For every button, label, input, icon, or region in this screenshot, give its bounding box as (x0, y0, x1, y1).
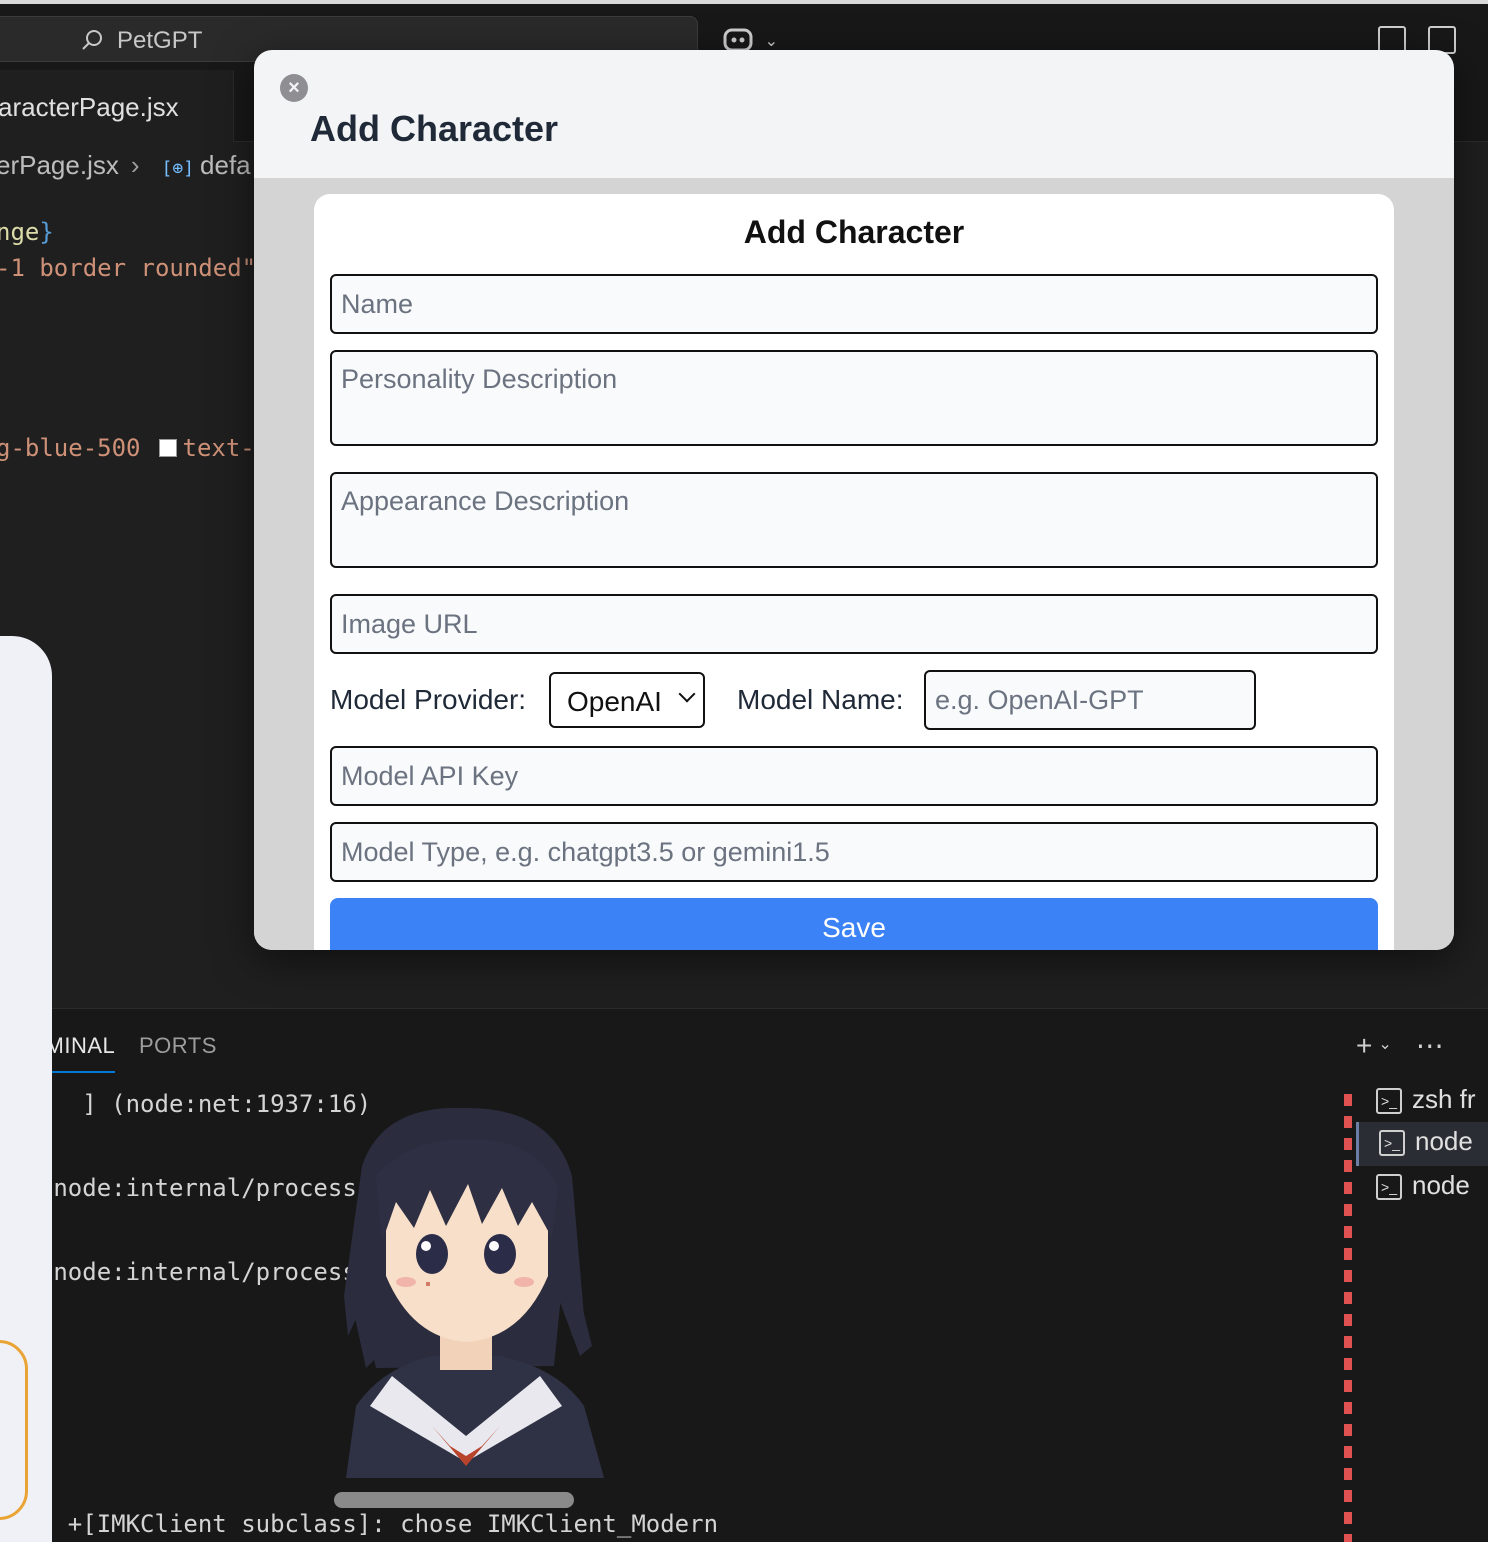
editor-tab[interactable]: aracterPage.jsx (0, 70, 234, 142)
terminal-line: 43] +[IMKClient subclass]: chose IMKClie… (10, 1510, 719, 1538)
modal-title: Add Character (310, 108, 559, 149)
minimap (1456, 142, 1488, 1022)
code-line: -1 border rounded" (0, 254, 257, 282)
chevron-down-icon: ⌄ (764, 33, 779, 50)
model-row: Model Provider: OpenAI Model Name: (330, 670, 1378, 730)
terminal-item-zsh[interactable]: >_ zsh fr (1356, 1080, 1488, 1124)
model-type-input[interactable] (330, 822, 1378, 882)
terminal-line: ] (node:net:1937:16) (10, 1090, 372, 1118)
personality-textarea[interactable] (330, 350, 1378, 446)
add-character-modal: × Add Character Add Character Model Prov… (254, 50, 1454, 950)
name-input[interactable] (330, 274, 1378, 334)
api-key-input[interactable] (330, 746, 1378, 806)
color-swatch (158, 439, 177, 457)
chevron-down-icon[interactable]: ⌄ (1378, 1036, 1391, 1053)
code-editor[interactable]: nge} -1 border rounded" g-blue-500 text-w… (0, 218, 313, 462)
search-label: PetGPT (117, 27, 203, 54)
appearance-textarea[interactable] (330, 472, 1378, 568)
pet-character-image[interactable] (322, 1106, 608, 1480)
terminal-icon: >_ (1376, 1088, 1402, 1114)
save-button[interactable]: Save (330, 898, 1378, 950)
input-ring[interactable] (0, 1340, 28, 1520)
search-icon (82, 30, 102, 50)
more-actions-icon[interactable]: ⋯ (1416, 1030, 1444, 1061)
terminal-item-node[interactable]: >_ node (1356, 1166, 1488, 1210)
terminal-item-node[interactable]: >_ node (1356, 1122, 1488, 1166)
model-name-input[interactable] (924, 670, 1256, 730)
close-icon[interactable]: × (280, 74, 308, 102)
breadcrumb: erPage.jsx › [⊕] defa (0, 150, 251, 181)
symbol-icon: [⊕] (161, 158, 195, 179)
model-name-label: Model Name: (737, 684, 904, 715)
form-heading: Add Character (743, 214, 965, 250)
tab-ports[interactable]: PORTS (139, 1033, 217, 1059)
terminal-output[interactable]: ] (node:net:1937:16) node:internal/proce… (0, 1080, 1330, 1542)
code-line: nge} (0, 218, 54, 246)
new-terminal-icon[interactable]: + (1356, 1030, 1372, 1061)
image-url-input[interactable] (330, 594, 1378, 654)
model-provider-label: Model Provider: (330, 684, 527, 715)
model-provider-value: OpenAI (567, 686, 662, 717)
panel-actions: + ⌄ ⋯ (1356, 1029, 1444, 1062)
chevron-down-icon (678, 685, 696, 703)
terminal-icon: >_ (1376, 1174, 1402, 1200)
drag-handle[interactable] (334, 1492, 574, 1508)
scroll-markers (1344, 1094, 1352, 1542)
model-provider-select[interactable]: OpenAI (549, 672, 705, 728)
breadcrumb-symbol[interactable]: defa (200, 150, 251, 180)
pet-chat-panel (0, 636, 52, 1542)
terminal-list: >_ zsh fr >_ node >_ node (1330, 1080, 1488, 1542)
tab-label: aracterPage.jsx (0, 92, 179, 122)
panel-tab-bar: TERMINAL PORTS + ⌄ ⋯ (0, 1008, 1488, 1080)
breadcrumb-file[interactable]: erPage.jsx (0, 150, 119, 180)
terminal-icon: >_ (1379, 1130, 1405, 1156)
chevron-right-icon: › (130, 150, 140, 180)
character-form: Add Character Model Provider: OpenAI Mod… (314, 194, 1394, 950)
modal-body: Add Character Model Provider: OpenAI Mod… (254, 178, 1454, 950)
